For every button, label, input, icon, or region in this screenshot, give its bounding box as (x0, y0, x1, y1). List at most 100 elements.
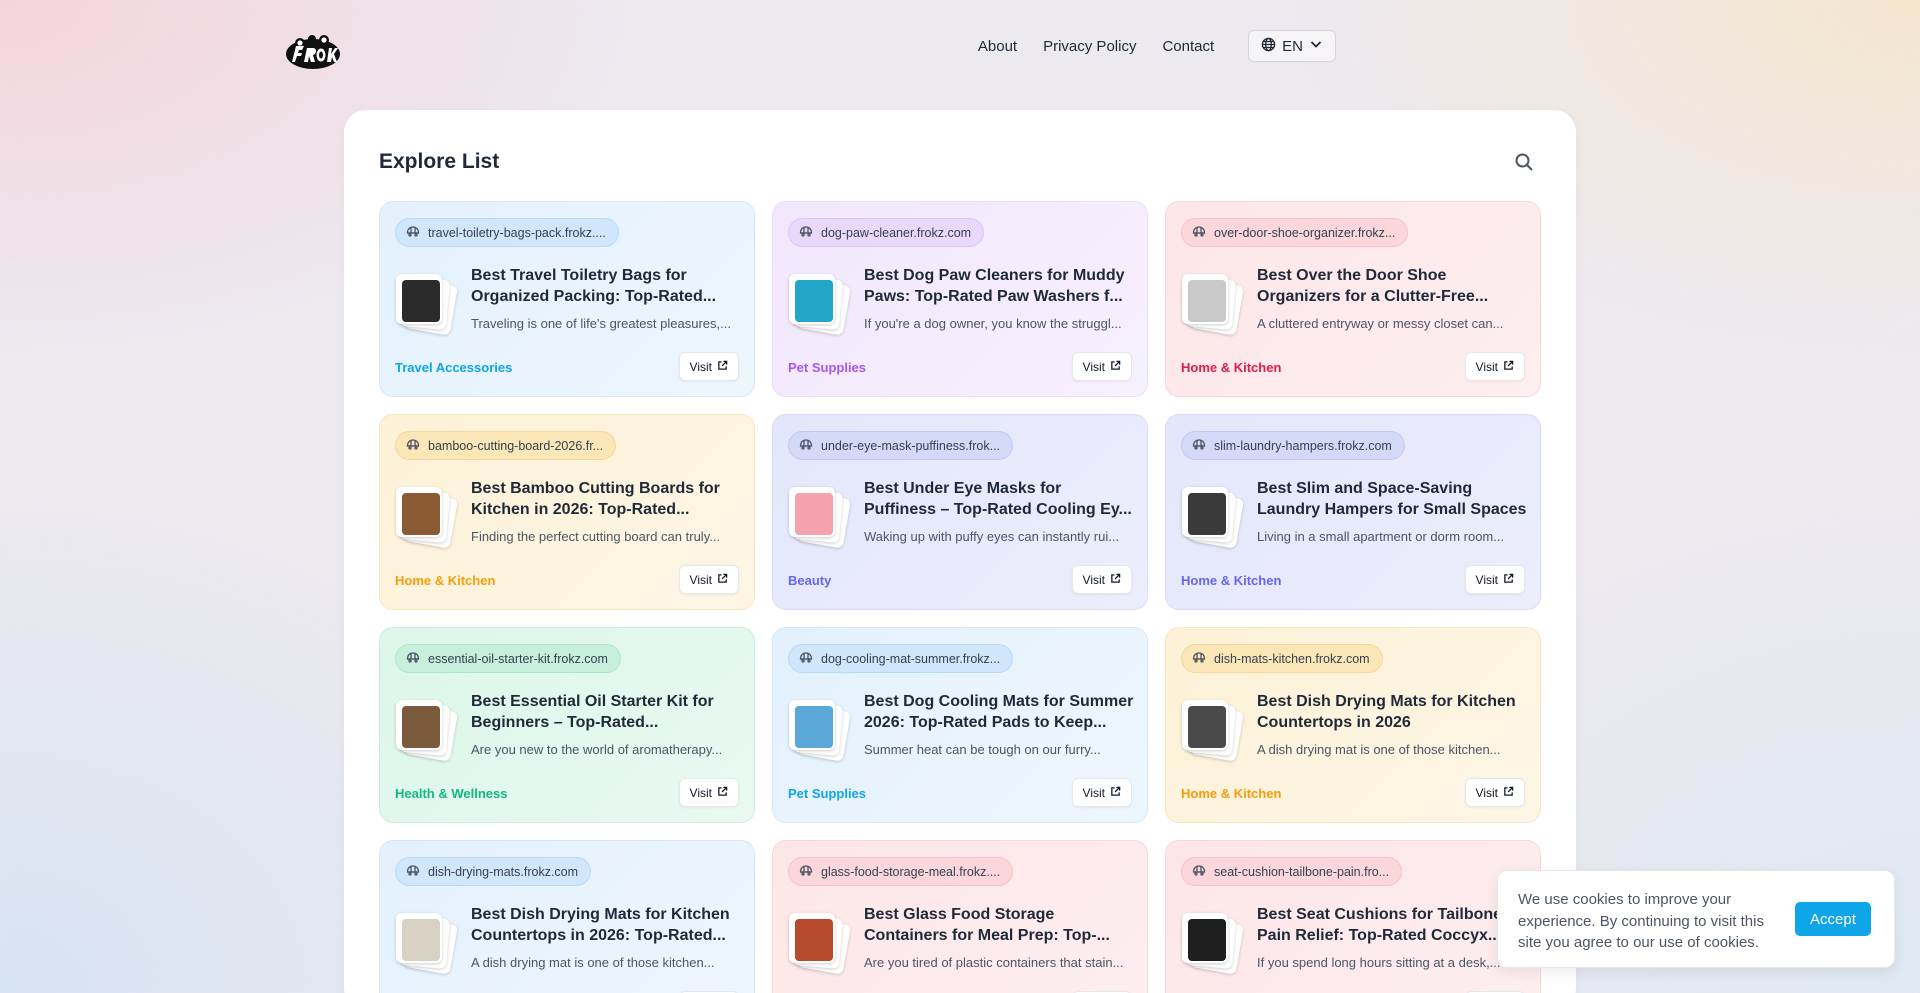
card-title[interactable]: Best Dog Cooling Mats for Summer 2026: T… (864, 691, 1134, 733)
nav-link-about[interactable]: About (978, 38, 1017, 55)
list-card[interactable]: dish-drying-mats.frokz.com Best Dish Dry… (379, 840, 755, 993)
external-link-icon (1110, 573, 1121, 587)
visit-button[interactable]: Visit (1464, 352, 1525, 381)
list-card[interactable]: glass-food-storage-meal.frokz.... Best G… (772, 840, 1148, 993)
product-thumbnail (787, 485, 851, 549)
card-title[interactable]: Best Slim and Space-Saving Laundry Hampe… (1257, 478, 1527, 520)
card-description: Traveling is one of life's greatest plea… (471, 316, 731, 331)
language-selector[interactable]: EN (1248, 30, 1336, 62)
top-bar: About Privacy Policy Contact EN (0, 0, 1920, 95)
visit-label: Visit (689, 359, 712, 374)
card-description: Summer heat can be tough on our furry... (864, 742, 1101, 757)
category-label: Home & Kitchen (1181, 786, 1282, 801)
visit-button[interactable]: Visit (678, 352, 739, 381)
web-icon (406, 864, 420, 879)
card-description: A cluttered entryway or messy closet can… (1257, 316, 1504, 331)
external-link-icon (717, 786, 728, 800)
product-thumbnail (1180, 911, 1244, 975)
product-thumbnail (1180, 485, 1244, 549)
list-card[interactable]: bamboo-cutting-board-2026.fr... Best Bam… (379, 414, 755, 610)
domain-pill[interactable]: over-door-shoe-organizer.frokz... (1181, 218, 1409, 247)
list-card[interactable]: dish-mats-kitchen.frokz.com Best Dish Dr… (1165, 627, 1541, 823)
domain-pill[interactable]: bamboo-cutting-board-2026.fr... (395, 431, 617, 460)
web-icon (1192, 438, 1206, 453)
domain-pill[interactable]: glass-food-storage-meal.frokz.... (788, 857, 1014, 886)
web-icon (406, 438, 420, 453)
domain-pill[interactable]: dog-cooling-mat-summer.frokz... (788, 644, 1014, 673)
card-title[interactable]: Best Bamboo Cutting Boards for Kitchen i… (471, 478, 741, 520)
external-link-icon (717, 360, 728, 374)
category-label: Health & Wellness (395, 786, 508, 801)
category-label: Pet Supplies (788, 360, 867, 375)
visit-button[interactable]: Visit (1071, 565, 1132, 594)
visit-button[interactable]: Visit (1464, 778, 1525, 807)
list-card[interactable]: slim-laundry-hampers.frokz.com Best Slim… (1165, 414, 1541, 610)
visit-label: Visit (1475, 785, 1498, 800)
card-description: Are you new to the world of aromatherapy… (471, 742, 723, 757)
search-icon[interactable] (1514, 152, 1536, 174)
web-icon (799, 651, 813, 666)
list-card[interactable]: over-door-shoe-organizer.frokz... Best O… (1165, 201, 1541, 397)
card-title[interactable]: Best Seat Cushions for Tailbone Pain Rel… (1257, 904, 1527, 946)
card-title[interactable]: Best Dog Paw Cleaners for Muddy Paws: To… (864, 265, 1134, 307)
domain-pill[interactable]: dog-paw-cleaner.frokz.com (788, 218, 985, 247)
domain-pill[interactable]: travel-toiletry-bags-pack.frokz.... (395, 218, 619, 247)
web-icon (799, 438, 813, 453)
card-description: A dish drying mat is one of those kitche… (471, 955, 715, 970)
category-label: Home & Kitchen (1181, 360, 1282, 375)
domain-label: essential-oil-starter-kit.frokz.com (428, 651, 608, 666)
visit-label: Visit (689, 785, 712, 800)
card-title[interactable]: Best Under Eye Masks for Puffiness – Top… (864, 478, 1134, 520)
chevron-down-icon (1309, 37, 1323, 55)
domain-pill[interactable]: dish-mats-kitchen.frokz.com (1181, 644, 1383, 673)
external-link-icon (1110, 786, 1121, 800)
list-card[interactable]: essential-oil-starter-kit.frokz.com Best… (379, 627, 755, 823)
list-card[interactable]: seat-cushion-tailbone-pain.fro... Best S… (1165, 840, 1541, 993)
domain-pill[interactable]: under-eye-mask-puffiness.frok... (788, 431, 1014, 460)
list-card[interactable]: dog-paw-cleaner.frokz.com Best Dog Paw C… (772, 201, 1148, 397)
domain-pill[interactable]: seat-cushion-tailbone-pain.fro... (1181, 857, 1403, 886)
product-thumbnail (394, 698, 458, 762)
domain-label: bamboo-cutting-board-2026.fr... (428, 438, 604, 453)
card-title[interactable]: Best Travel Toiletry Bags for Organized … (471, 265, 741, 307)
card-title[interactable]: Best Dish Drying Mats for Kitchen Counte… (471, 904, 741, 946)
cookie-banner: We use cookies to improve your experienc… (1497, 870, 1895, 968)
explore-panel: Explore List travel-toiletry-bags-pack.f… (344, 110, 1576, 993)
card-title[interactable]: Best Over the Door Shoe Organizers for a… (1257, 265, 1527, 307)
domain-pill[interactable]: dish-drying-mats.frokz.com (395, 857, 592, 886)
domain-pill[interactable]: slim-laundry-hampers.frokz.com (1181, 431, 1405, 460)
category-label: Beauty (788, 573, 832, 588)
category-label: Pet Supplies (788, 786, 867, 801)
visit-button[interactable]: Visit (678, 778, 739, 807)
card-description: A dish drying mat is one of those kitche… (1257, 742, 1501, 757)
accept-cookies-button[interactable]: Accept (1795, 902, 1871, 936)
visit-button[interactable]: Visit (1071, 352, 1132, 381)
card-title[interactable]: Best Dish Drying Mats for Kitchen Counte… (1257, 691, 1527, 733)
domain-label: glass-food-storage-meal.frokz.... (821, 864, 1001, 879)
product-thumbnail (1180, 272, 1244, 336)
page-title: Explore List (379, 150, 500, 173)
visit-label: Visit (689, 572, 712, 587)
domain-pill[interactable]: essential-oil-starter-kit.frokz.com (395, 644, 621, 673)
list-card[interactable]: travel-toiletry-bags-pack.frokz.... Best… (379, 201, 755, 397)
product-thumbnail (787, 272, 851, 336)
frokz-logo[interactable] (284, 32, 344, 72)
card-description: If you spend long hours sitting at a des… (1257, 955, 1501, 970)
product-thumbnail (394, 272, 458, 336)
category-label: Home & Kitchen (395, 573, 496, 588)
nav-link-privacy-policy[interactable]: Privacy Policy (1043, 38, 1136, 55)
list-card[interactable]: dog-cooling-mat-summer.frokz... Best Dog… (772, 627, 1148, 823)
visit-label: Visit (1082, 785, 1105, 800)
visit-button[interactable]: Visit (1071, 778, 1132, 807)
web-icon (1192, 651, 1206, 666)
nav-link-contact[interactable]: Contact (1162, 38, 1214, 55)
card-title[interactable]: Best Essential Oil Starter Kit for Begin… (471, 691, 741, 733)
domain-label: dish-mats-kitchen.frokz.com (1214, 651, 1370, 666)
product-thumbnail (394, 485, 458, 549)
card-title[interactable]: Best Glass Food Storage Containers for M… (864, 904, 1134, 946)
list-card[interactable]: under-eye-mask-puffiness.frok... Best Un… (772, 414, 1148, 610)
visit-button[interactable]: Visit (678, 565, 739, 594)
product-thumbnail (787, 698, 851, 762)
product-thumbnail (787, 911, 851, 975)
visit-button[interactable]: Visit (1464, 565, 1525, 594)
